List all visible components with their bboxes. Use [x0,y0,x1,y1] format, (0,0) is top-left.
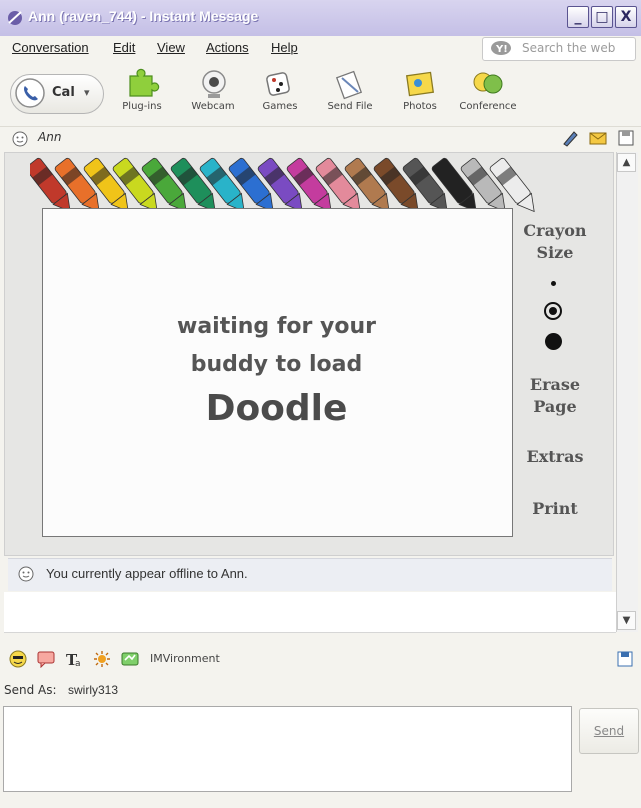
toolbar-photos-label[interactable]: Photos [385,101,455,112]
svg-text:a: a [75,659,81,668]
yahoo-search-icon: Y! [491,41,511,55]
menu-help[interactable]: Help [271,40,298,55]
toolbar-plugins-label[interactable]: Plug-ins [107,101,177,112]
scroll-down-arrow-icon[interactable]: ▼ [617,611,636,630]
crayon-palette[interactable] [30,152,550,216]
crayon-size-medium[interactable] [549,307,557,315]
toolbar-conference-label[interactable]: Conference [453,101,523,112]
save-icon[interactable] [616,650,634,668]
erase-page-button[interactable]: Erase Page [520,374,590,418]
phone-icon [15,78,45,108]
history-scrollbar[interactable] [616,152,638,632]
imvironment-icon[interactable] [120,650,140,668]
dice-icon[interactable] [262,68,298,100]
send-file-icon[interactable] [332,68,368,100]
puzzle-icon[interactable] [124,68,160,100]
print-button[interactable]: Print [520,498,590,520]
call-dropdown-icon[interactable]: ▾ [84,86,90,99]
save-icon[interactable] [616,128,636,148]
menu-view[interactable]: View [157,40,185,55]
window-title: Ann (raven_744) - Instant Message [28,8,259,24]
nudge-icon[interactable] [36,650,56,668]
maximize-button[interactable]: □ [591,6,613,28]
message-input[interactable] [3,706,572,792]
toolbar-sendfile-label[interactable]: Send File [315,101,385,112]
contact-name[interactable]: Ann [38,130,61,144]
imvironment-label[interactable]: IMVironment [150,652,220,665]
send-as-label: Send As: [4,683,57,697]
minimize-button[interactable]: _ [567,6,589,28]
doodle-title-text: Doodle [205,388,348,429]
send-as-id[interactable]: swirly313 [68,683,118,697]
contact-status-icon [12,131,28,147]
smiley-icon [18,566,34,582]
offline-message: You currently appear offline to Ann. [46,566,248,581]
send-button[interactable]: Send [579,708,639,754]
mail-icon[interactable] [588,128,608,148]
photos-icon[interactable] [402,68,438,100]
app-icon [8,11,22,25]
menu-actions[interactable]: Actions [206,40,249,55]
close-button[interactable]: X [615,6,637,28]
extras-button[interactable]: Extras [520,446,590,468]
doodle-loading-text-line1: waiting for your [177,314,376,339]
crayon-size-large[interactable] [545,333,562,350]
toolbar-webcam-label[interactable]: Webcam [178,101,248,112]
pencil-icon[interactable] [560,128,580,148]
toolbar-games-label[interactable]: Games [245,101,315,112]
crayon-size-small[interactable] [551,281,556,286]
message-history [4,592,616,633]
scroll-up-arrow-icon[interactable]: ▲ [617,153,636,172]
conference-icon[interactable] [470,68,506,100]
web-search-placeholder: Search the web [522,41,616,55]
webcam-icon[interactable] [196,68,232,100]
crayon-size-label: Crayon Size [523,221,587,262]
menu-edit[interactable]: Edit [113,40,135,55]
menu-conversation[interactable]: Conversation [12,40,89,55]
sun-icon[interactable] [92,650,112,668]
emoticon-icon[interactable] [8,650,28,668]
call-label: Cal [52,85,75,100]
svg-text:Y!: Y! [495,44,508,55]
font-icon[interactable]: T a [64,650,84,668]
doodle-loading-text-line2: buddy to load [190,352,363,377]
